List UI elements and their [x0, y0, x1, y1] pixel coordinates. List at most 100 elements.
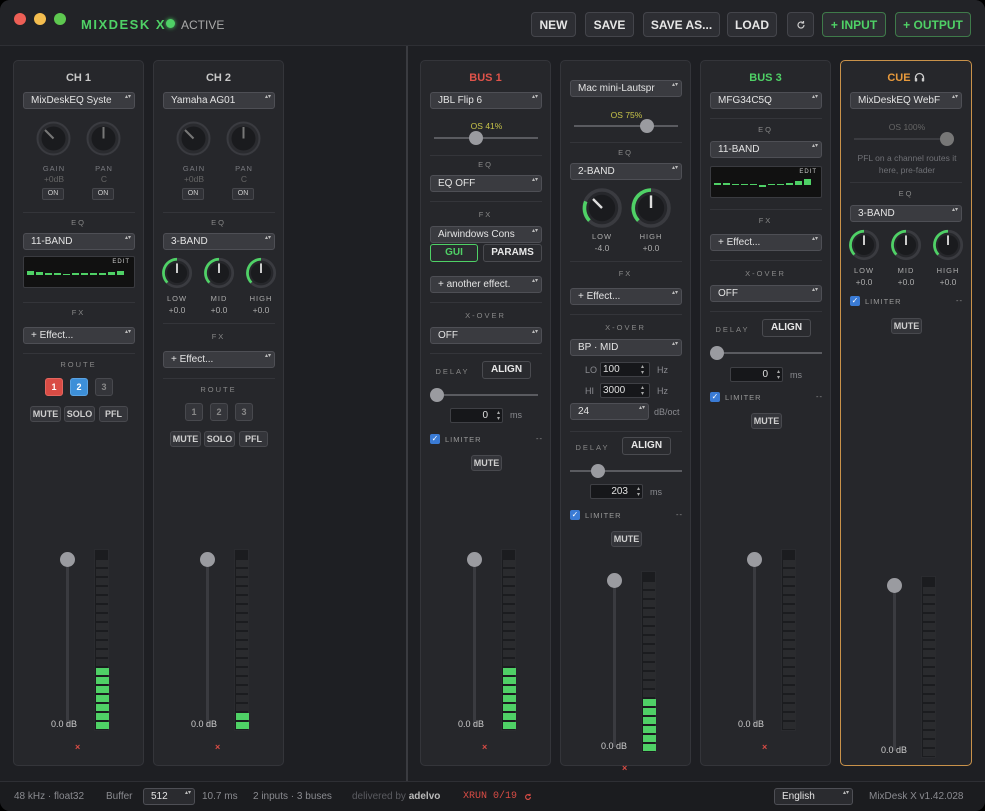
limiter-checkbox[interactable]: ✓ [710, 392, 720, 402]
delay-slider-handle[interactable] [430, 388, 444, 402]
mute-button[interactable]: MUTE [751, 413, 782, 429]
limiter-checkbox[interactable]: ✓ [430, 434, 440, 444]
volume-fader[interactable] [607, 573, 622, 588]
route-bus-2-toggle[interactable]: 2 [210, 403, 228, 421]
mute-button[interactable]: MUTE [471, 455, 502, 471]
limiter-checkbox[interactable]: ✓ [570, 510, 580, 520]
close-window-button[interactable] [14, 13, 26, 25]
eq-mid-knob[interactable] [890, 229, 922, 261]
route-bus-1-toggle[interactable]: 1 [45, 378, 63, 396]
add-input-button[interactable]: + INPUT [822, 12, 886, 37]
effect-params-button[interactable]: PARAMS [483, 244, 542, 262]
delay-align-button[interactable]: ALIGN [622, 437, 671, 455]
volume-fader[interactable] [467, 552, 482, 567]
limiter-checkbox[interactable]: ✓ [850, 296, 860, 306]
solo-button[interactable]: SOLO [64, 406, 95, 422]
output-device-select[interactable]: Mac mini-Lautspr [570, 80, 682, 97]
mute-button[interactable]: MUTE [170, 431, 201, 447]
output-scale-handle[interactable] [940, 132, 954, 146]
eq-curve-display[interactable]: EDIT [710, 166, 822, 198]
eq-mode-select[interactable]: 3-BAND [850, 205, 962, 222]
xover-slope-select[interactable]: 24 [570, 403, 649, 420]
eq-high-knob[interactable] [630, 187, 672, 229]
input-device-select[interactable]: Yamaha AG01 [163, 92, 275, 109]
output-scale-slider[interactable] [574, 119, 678, 133]
eq-curve-display[interactable]: EDIT [23, 256, 135, 288]
refresh-button[interactable] [787, 12, 814, 37]
gain-knob[interactable] [176, 121, 211, 156]
add-effect-select[interactable]: + Effect... [710, 234, 822, 251]
add-effect-select[interactable]: + another effect. [430, 276, 542, 293]
output-device-select[interactable]: MFG34C5Q [710, 92, 822, 109]
route-bus-3-toggle[interactable]: 3 [95, 378, 113, 396]
gain-on-toggle[interactable]: ON [182, 188, 204, 200]
solo-button[interactable]: SOLO [204, 431, 235, 447]
delay-slider[interactable] [710, 346, 822, 360]
add-output-button[interactable]: + OUTPUT [895, 12, 971, 37]
add-effect-select[interactable]: + Effect... [570, 288, 682, 305]
eq-low-knob[interactable] [161, 257, 193, 289]
volume-fader[interactable] [60, 552, 75, 567]
cue-device-select[interactable]: MixDeskEQ WebF [850, 92, 962, 109]
eq-high-knob[interactable] [932, 229, 964, 261]
mute-button[interactable]: MUTE [891, 318, 922, 334]
delay-align-button[interactable]: ALIGN [762, 319, 811, 337]
eq-mid-knob[interactable] [203, 257, 235, 289]
delay-slider[interactable] [570, 464, 682, 478]
xover-hi-input[interactable]: 3000 [600, 383, 650, 398]
add-effect-select[interactable]: + Effect... [23, 327, 135, 344]
delay-align-button[interactable]: ALIGN [482, 361, 531, 379]
volume-fader[interactable] [747, 552, 762, 567]
zoom-window-button[interactable] [54, 13, 66, 25]
gain-on-toggle[interactable]: ON [42, 188, 64, 200]
eq-mode-select[interactable]: 11-BAND [23, 233, 135, 250]
pfl-button[interactable]: PFL [239, 431, 268, 447]
eq-low-knob[interactable] [848, 229, 880, 261]
output-device-select[interactable]: JBL Flip 6 [430, 92, 542, 109]
pan-on-toggle[interactable]: ON [232, 188, 254, 200]
output-scale-handle[interactable] [639, 119, 654, 133]
crossover-select[interactable]: BP · MID [570, 339, 682, 356]
remove-strip-button[interactable]: × [482, 742, 487, 752]
route-bus-1-toggle[interactable]: 1 [185, 403, 203, 421]
save-as-button[interactable]: SAVE AS... [643, 12, 720, 37]
remove-strip-button[interactable]: × [622, 763, 627, 773]
delay-slider-handle[interactable] [710, 346, 724, 360]
eq-mode-select[interactable]: 2-BAND [570, 163, 682, 180]
remove-strip-button[interactable]: × [762, 742, 767, 752]
effect-gui-button[interactable]: GUI [430, 244, 478, 262]
route-bus-3-toggle[interactable]: 3 [235, 403, 253, 421]
new-button[interactable]: NEW [531, 12, 576, 37]
route-bus-2-toggle[interactable]: 2 [70, 378, 88, 396]
gain-knob[interactable] [36, 121, 71, 156]
eq-low-knob[interactable] [581, 187, 623, 229]
xover-lo-input[interactable]: 100 [600, 362, 650, 377]
remove-strip-button[interactable]: × [215, 742, 220, 752]
volume-fader[interactable] [887, 578, 902, 593]
output-scale-slider[interactable] [434, 131, 538, 145]
eq-mode-select[interactable]: EQ OFF [430, 175, 542, 192]
remove-strip-button[interactable]: × [75, 742, 80, 752]
effect-slot-1-select[interactable]: Airwindows Cons [430, 226, 542, 243]
eq-high-knob[interactable] [245, 257, 277, 289]
delay-ms-input[interactable]: 0 [450, 408, 503, 423]
reset-icon[interactable] [524, 793, 532, 801]
pan-knob[interactable] [86, 121, 121, 156]
minimize-window-button[interactable] [34, 13, 46, 25]
load-button[interactable]: LOAD [727, 12, 777, 37]
output-scale-handle[interactable] [468, 131, 483, 145]
input-device-select[interactable]: MixDeskEQ Syste [23, 92, 135, 109]
delay-ms-input[interactable]: 203 [590, 484, 643, 499]
add-effect-select[interactable]: + Effect... [163, 351, 275, 368]
pan-knob[interactable] [226, 121, 261, 156]
eq-mode-select[interactable]: 3-BAND [163, 233, 275, 250]
mute-button[interactable]: MUTE [611, 531, 642, 547]
delay-ms-input[interactable]: 0 [730, 367, 783, 382]
delay-slider-handle[interactable] [591, 464, 605, 478]
save-button[interactable]: SAVE [585, 12, 634, 37]
buffer-size-select[interactable]: 512 [143, 788, 195, 805]
volume-fader[interactable] [200, 552, 215, 567]
mute-button[interactable]: MUTE [30, 406, 61, 422]
eq-mode-select[interactable]: 11-BAND [710, 141, 822, 158]
output-scale-slider[interactable] [854, 132, 954, 146]
